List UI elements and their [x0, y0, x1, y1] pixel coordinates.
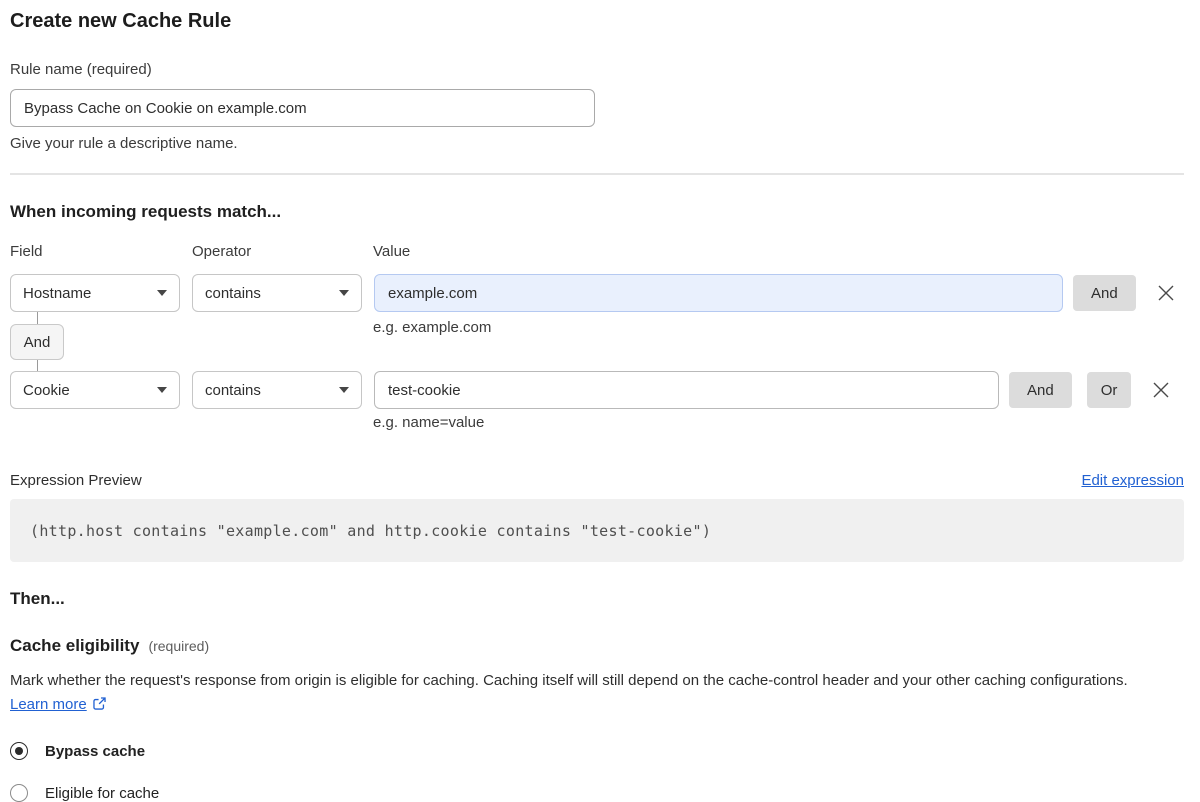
radio-option-bypass-cache[interactable]: Bypass cache: [10, 742, 1184, 760]
operator-select-value: contains: [205, 381, 261, 399]
expression-code: (http.host contains "example.com" and ht…: [30, 521, 712, 540]
field-select-row1[interactable]: Hostname: [10, 274, 180, 312]
cache-eligibility-header: Cache eligibility (required): [10, 636, 1184, 656]
radio-option-eligible-for-cache[interactable]: Eligible for cache: [10, 784, 1184, 802]
field-select-row2[interactable]: Cookie: [10, 371, 180, 409]
field-select-value: Cookie: [23, 381, 70, 399]
condition-row: Cookie contains And Or: [10, 371, 1174, 409]
radio-button-selected[interactable]: [10, 742, 28, 760]
value-hint-row1: e.g. example.com: [373, 319, 492, 336]
add-and-condition-button-row2[interactable]: And: [1009, 372, 1072, 408]
connector-line-bottom: [37, 360, 38, 371]
rule-name-helper: Give your rule a descriptive name.: [10, 135, 238, 152]
edit-expression-link[interactable]: Edit expression: [1081, 472, 1184, 489]
required-note: (required): [148, 638, 210, 654]
condition-row: Hostname contains And: [10, 274, 1179, 312]
chevron-down-icon: [339, 290, 349, 296]
operator-column-label: Operator: [192, 243, 252, 260]
value-input-row2[interactable]: [374, 371, 999, 409]
value-input-row1[interactable]: [374, 274, 1063, 312]
expression-preview-label: Expression Preview: [10, 472, 142, 489]
operator-select-row1[interactable]: contains: [192, 274, 362, 312]
connector-line-top: [37, 312, 38, 324]
learn-more-link[interactable]: Learn more: [10, 696, 87, 713]
and-connector-button[interactable]: And: [10, 324, 64, 360]
page-title: Create new Cache Rule: [10, 10, 232, 32]
remove-condition-button-row1[interactable]: [1153, 280, 1179, 306]
chevron-down-icon: [157, 387, 167, 393]
close-icon: [1153, 382, 1169, 398]
radio-label: Eligible for cache: [45, 784, 160, 802]
match-section-heading: When incoming requests match...: [10, 202, 282, 221]
section-divider: [10, 173, 1184, 175]
remove-condition-button-row2[interactable]: [1148, 377, 1174, 403]
external-link-icon: [93, 697, 106, 710]
cache-rule-form: Create new Cache Rule Rule name (require…: [0, 0, 1200, 802]
cache-eligibility-description: Mark whether the request's response from…: [10, 669, 1170, 717]
add-or-condition-button-row2[interactable]: Or: [1086, 372, 1132, 408]
description-text: Mark whether the request's response from…: [10, 672, 1128, 689]
rule-name-label: Rule name (required): [10, 61, 152, 78]
condition-builder: Field Operator Value Hostname contains A…: [10, 243, 1184, 431]
radio-button-unselected[interactable]: [10, 784, 28, 802]
cache-eligibility-heading: Cache eligibility: [10, 636, 140, 655]
chevron-down-icon: [339, 387, 349, 393]
chevron-down-icon: [157, 290, 167, 296]
field-select-value: Hostname: [23, 284, 92, 302]
operator-select-row2[interactable]: contains: [192, 371, 362, 409]
expression-code-block: (http.host contains "example.com" and ht…: [10, 499, 1184, 562]
value-hint-row2: e.g. name=value: [373, 414, 485, 431]
add-and-condition-button-row1[interactable]: And: [1073, 275, 1136, 311]
then-heading: Then...: [10, 589, 65, 608]
rule-name-input[interactable]: [10, 89, 595, 127]
field-column-label: Field: [10, 243, 43, 260]
expression-preview-header: Expression Preview Edit expression: [10, 472, 1184, 489]
value-column-label: Value: [373, 243, 411, 260]
close-icon: [1158, 285, 1174, 301]
operator-select-value: contains: [205, 284, 261, 302]
radio-label: Bypass cache: [45, 742, 146, 760]
radio-dot: [15, 747, 23, 755]
